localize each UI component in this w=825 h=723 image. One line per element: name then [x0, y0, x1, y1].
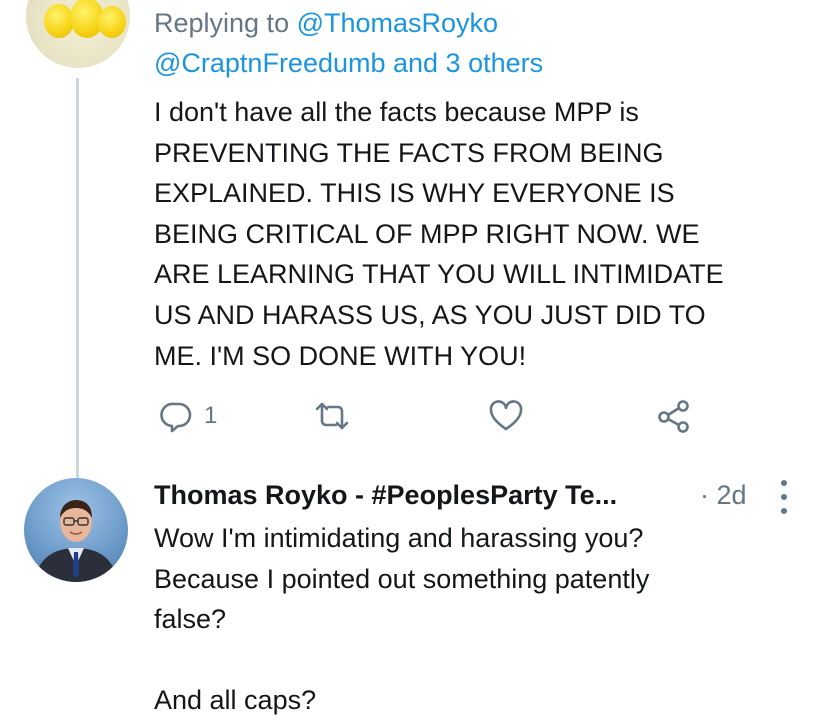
- retweet-icon: [315, 402, 349, 430]
- mentions-link[interactable]: @CraptnFreedumb and 3 others: [154, 44, 543, 82]
- reply-author-row[interactable]: Thomas Royko - #PeoplesParty Te...: [154, 476, 617, 514]
- reply-author-name[interactable]: Thomas Royko - #PeoplesParty Te...: [154, 480, 617, 510]
- avatar-reply-author[interactable]: [24, 478, 128, 582]
- tweet-text: I don't have all the facts because MPP i…: [154, 92, 814, 376]
- like-icon: [489, 400, 523, 431]
- reply-text-line: Wow I'm intimidating and harassing you?: [154, 523, 644, 553]
- tweet-action-bar: 1: [158, 398, 698, 438]
- tweet-text-line: EXPLAINED. THIS IS WHY EVERYONE IS: [154, 178, 675, 209]
- tweet-text-line: PREVENTING THE FACTS FROM BEING: [154, 137, 664, 168]
- thread-connector-line: [76, 78, 79, 478]
- reply-icon: [160, 402, 192, 433]
- tweet-text-line: US AND HARASS US, AS YOU JUST DID TO: [154, 299, 706, 330]
- tweet-text-line: ARE LEARNING THAT YOU WILL INTIMIDATE: [154, 259, 724, 290]
- replying-prefix: Replying to: [154, 8, 297, 38]
- avatar-tweet-author[interactable]: [26, 0, 130, 68]
- person-portrait: [34, 500, 118, 582]
- tweet-text-line: BEING CRITICAL OF MPP RIGHT NOW. WE: [154, 218, 700, 249]
- chick-figure: [98, 6, 126, 38]
- like-button[interactable]: [488, 398, 524, 434]
- share-icon: [658, 400, 689, 433]
- reply-text: Wow I'm intimidating and harassing you? …: [154, 518, 794, 721]
- reply-text-line: Because I pointed out something patently: [154, 563, 650, 594]
- replying-handle-link[interactable]: @ThomasRoyko: [297, 8, 498, 38]
- tweet-text-line: I don't have all the facts because MPP i…: [154, 97, 639, 127]
- more-options-icon[interactable]: [775, 480, 793, 514]
- reply-timestamp[interactable]: · 2d: [700, 476, 747, 514]
- replying-to-label: Replying to @ThomasRoyko: [154, 4, 498, 42]
- tweet-text-line: ME. I'M SO DONE WITH YOU!: [154, 340, 527, 371]
- share-button[interactable]: [656, 398, 692, 434]
- reply-count: 1: [204, 402, 218, 429]
- reply-text-line: And all caps?: [154, 685, 317, 716]
- reply-button[interactable]: 1: [158, 398, 217, 434]
- reply-text-line: false?: [154, 604, 227, 635]
- retweet-button[interactable]: [314, 398, 350, 434]
- reply-text-line: [154, 640, 794, 681]
